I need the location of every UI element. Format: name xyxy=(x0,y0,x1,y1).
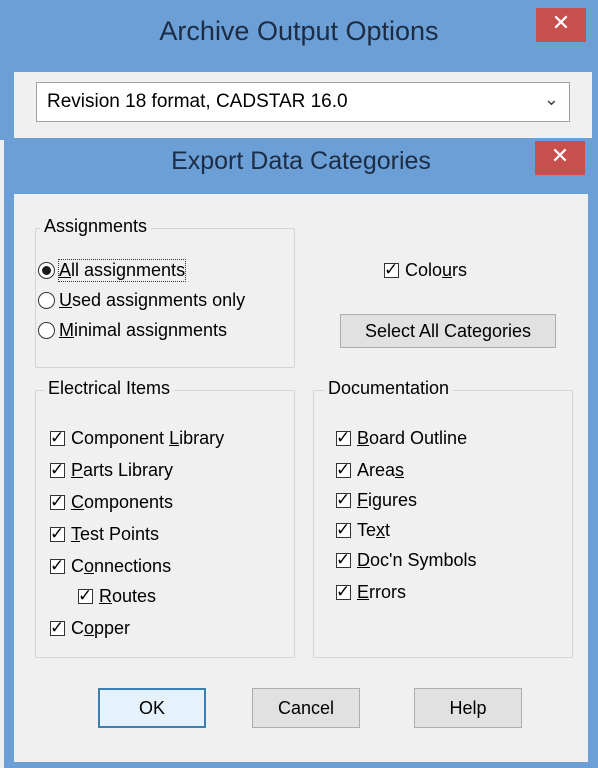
colours-checkbox[interactable]: ✓ Colours xyxy=(384,260,467,281)
checkbox-label: Copper xyxy=(71,618,131,638)
dialog-title: Export Data Categories xyxy=(171,147,431,175)
checkbox-box[interactable]: ✓ xyxy=(336,582,351,602)
checkbox-connections[interactable]: ✓ Connections xyxy=(50,556,171,577)
checkbox-label: Errors xyxy=(357,582,407,602)
checkbox-text[interactable]: ✓ Text xyxy=(336,520,390,541)
archive-output-window: Archive Output Options ✕ Revision 18 for… xyxy=(0,0,598,140)
select-all-categories-button[interactable]: Select All Categories xyxy=(340,314,556,348)
checkbox-errors[interactable]: ✓ Errors xyxy=(336,582,406,603)
checkbox-box[interactable]: ✓ xyxy=(50,460,65,480)
checkbox-box[interactable]: ✓ xyxy=(50,492,65,512)
check-icon: ✓ xyxy=(384,260,399,280)
checkbox-label: Doc'n Symbols xyxy=(357,550,477,570)
close-icon: ✕ xyxy=(550,144,570,169)
checkbox-box[interactable]: ✓ xyxy=(78,586,93,606)
checkbox-label: Components xyxy=(71,492,174,512)
radio-button[interactable] xyxy=(38,292,55,309)
check-icon: ✓ xyxy=(50,524,65,544)
checkbox-label: Board Outline xyxy=(357,428,468,448)
checkbox-label: Parts Library xyxy=(71,460,174,480)
checkbox-docn-symbols[interactable]: ✓ Doc'n Symbols xyxy=(336,550,476,571)
check-icon: ✓ xyxy=(50,618,65,638)
check-icon: ✓ xyxy=(336,520,351,540)
archive-close-button[interactable]: ✕ xyxy=(536,8,586,42)
format-dropdown-value: Revision 18 format, CADSTAR 16.0 xyxy=(47,91,348,112)
check-icon: ✓ xyxy=(50,556,65,576)
radio-label: Minimal assignments xyxy=(59,320,228,340)
colours-label: Colours xyxy=(405,260,468,280)
checkbox-board-outline[interactable]: ✓ Board Outline xyxy=(336,428,467,449)
radio-all-assignments[interactable]: All assignments xyxy=(38,259,187,282)
checkbox-box[interactable]: ✓ xyxy=(50,556,65,576)
dialog-client-area: Assignments All assignments Used assignm… xyxy=(14,194,588,762)
checkbox-box[interactable]: ✓ xyxy=(336,550,351,570)
checkbox-copper[interactable]: ✓ Copper xyxy=(50,618,130,639)
checkbox-box[interactable]: ✓ xyxy=(336,520,351,540)
checkbox-box[interactable]: ✓ xyxy=(50,524,65,544)
assignments-group-label: Assignments xyxy=(40,216,152,237)
ok-button[interactable]: OK xyxy=(98,688,206,728)
check-icon: ✓ xyxy=(336,582,351,602)
documentation-group-label: Documentation xyxy=(324,378,454,399)
checkbox-label: Areas xyxy=(357,460,405,480)
checkbox-box[interactable]: ✓ xyxy=(384,260,399,280)
checkbox-label: Routes xyxy=(99,586,157,606)
check-icon: ✓ xyxy=(50,428,65,448)
checkbox-routes[interactable]: ✓ Routes xyxy=(78,586,156,607)
radio-minimal-assignments[interactable]: Minimal assignments xyxy=(38,320,227,341)
check-icon: ✓ xyxy=(336,490,351,510)
checkbox-test-points[interactable]: ✓ Test Points xyxy=(50,524,159,545)
help-button[interactable]: Help xyxy=(414,688,522,728)
checkbox-parts-library[interactable]: ✓ Parts Library xyxy=(50,460,173,481)
archive-window-title: Archive Output Options xyxy=(159,16,439,46)
checkbox-label: Figures xyxy=(357,490,418,510)
check-icon: ✓ xyxy=(336,460,351,480)
check-icon: ✓ xyxy=(50,492,65,512)
check-icon: ✓ xyxy=(50,460,65,480)
checkbox-label: Text xyxy=(357,520,391,540)
electrical-items-group-label: Electrical Items xyxy=(44,378,175,399)
cancel-button[interactable]: Cancel xyxy=(252,688,360,728)
archive-titlebar: Archive Output Options ✕ xyxy=(0,0,598,72)
format-dropdown[interactable]: Revision 18 format, CADSTAR 16.0 ⌄ xyxy=(36,82,570,122)
checkbox-label: Test Points xyxy=(71,524,160,544)
checkbox-label: Connections xyxy=(71,556,172,576)
checkbox-box[interactable]: ✓ xyxy=(336,428,351,448)
checkbox-figures[interactable]: ✓ Figures xyxy=(336,490,417,511)
check-icon: ✓ xyxy=(336,428,351,448)
dialog-close-button[interactable]: ✕ xyxy=(535,141,585,175)
radio-used-assignments[interactable]: Used assignments only xyxy=(38,290,245,311)
checkbox-areas[interactable]: ✓ Areas xyxy=(336,460,404,481)
radio-label: All assignments xyxy=(57,259,187,282)
radio-label: Used assignments only xyxy=(59,290,246,310)
checkbox-components[interactable]: ✓ Components xyxy=(50,492,173,513)
check-icon: ✓ xyxy=(336,550,351,570)
chevron-down-icon[interactable]: ⌄ xyxy=(544,89,559,110)
export-data-categories-dialog: Export Data Categories ✕ Assignments All… xyxy=(4,138,598,768)
checkbox-label: Component Library xyxy=(71,428,225,448)
check-icon: ✓ xyxy=(78,586,93,606)
checkbox-box[interactable]: ✓ xyxy=(336,490,351,510)
radio-button[interactable] xyxy=(38,262,55,279)
checkbox-box[interactable]: ✓ xyxy=(50,618,65,638)
close-icon: ✕ xyxy=(551,11,571,36)
checkbox-component-library[interactable]: ✓ Component Library xyxy=(50,428,224,449)
radio-button[interactable] xyxy=(38,322,55,339)
checkbox-box[interactable]: ✓ xyxy=(50,428,65,448)
checkbox-box[interactable]: ✓ xyxy=(336,460,351,480)
